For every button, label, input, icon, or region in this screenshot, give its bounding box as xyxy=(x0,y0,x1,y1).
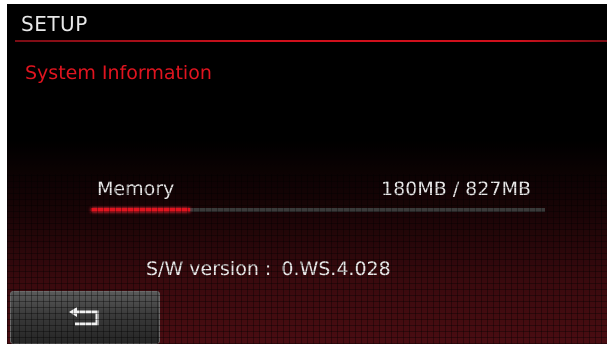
memory-usage-bar xyxy=(91,208,545,212)
memory-label: Memory xyxy=(97,178,175,200)
software-version-row: S/W version : 0.WS.4.028 xyxy=(146,258,391,280)
header-divider xyxy=(15,40,607,42)
return-arrow-icon xyxy=(69,306,99,325)
back-button[interactable] xyxy=(10,291,160,344)
software-version-value: 0.WS.4.028 xyxy=(281,258,391,280)
section-title: System Information xyxy=(25,62,212,84)
page-title: SETUP xyxy=(21,12,88,36)
memory-usage-fill xyxy=(91,208,190,212)
memory-value: 180MB / 827MB xyxy=(381,178,531,200)
software-version-label: S/W version : xyxy=(146,258,272,280)
system-info-screen: SETUP System Information Memory 180MB / … xyxy=(7,4,607,344)
